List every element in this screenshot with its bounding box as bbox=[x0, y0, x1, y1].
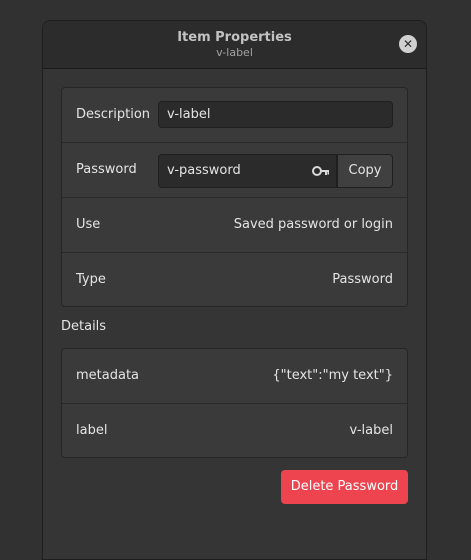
password-row: Password v-password Copy bbox=[62, 143, 407, 198]
description-row: Description v-label bbox=[62, 88, 407, 143]
close-button[interactable]: ✕ bbox=[399, 35, 417, 53]
use-row: Use Saved password or login bbox=[62, 198, 407, 253]
detail-value: v-label bbox=[349, 423, 393, 438]
dialog-title: Item Properties bbox=[177, 30, 292, 45]
details-list: metadata {"text":"my text"} label v-labe… bbox=[61, 348, 408, 458]
description-label: Description bbox=[76, 107, 151, 122]
item-properties-dialog: Item Properties v-label ✕ Description v-… bbox=[42, 20, 427, 560]
password-input[interactable]: v-password bbox=[158, 154, 337, 188]
password-label: Password bbox=[76, 162, 137, 177]
copy-button[interactable]: Copy bbox=[337, 154, 393, 188]
type-value: Password bbox=[332, 272, 393, 287]
type-row: Type Password bbox=[62, 253, 407, 308]
detail-key: metadata bbox=[76, 368, 140, 383]
properties-list: Description v-label Password v-password … bbox=[61, 87, 408, 307]
dialog-subtitle: v-label bbox=[216, 46, 253, 59]
detail-key: label bbox=[76, 423, 108, 438]
use-label: Use bbox=[76, 217, 101, 232]
details-heading: Details bbox=[61, 319, 107, 334]
password-value: v-password bbox=[167, 163, 241, 178]
key-icon[interactable] bbox=[312, 164, 330, 178]
dialog-header: Item Properties v-label ✕ bbox=[43, 21, 426, 69]
close-icon: ✕ bbox=[402, 37, 414, 51]
type-label: Type bbox=[76, 272, 106, 287]
detail-row: label v-label bbox=[62, 404, 407, 459]
detail-row: metadata {"text":"my text"} bbox=[62, 349, 407, 404]
delete-password-button[interactable]: Delete Password bbox=[281, 470, 408, 504]
use-value: Saved password or login bbox=[233, 217, 393, 232]
detail-value: {"text":"my text"} bbox=[272, 368, 393, 383]
description-input[interactable]: v-label bbox=[158, 101, 393, 128]
